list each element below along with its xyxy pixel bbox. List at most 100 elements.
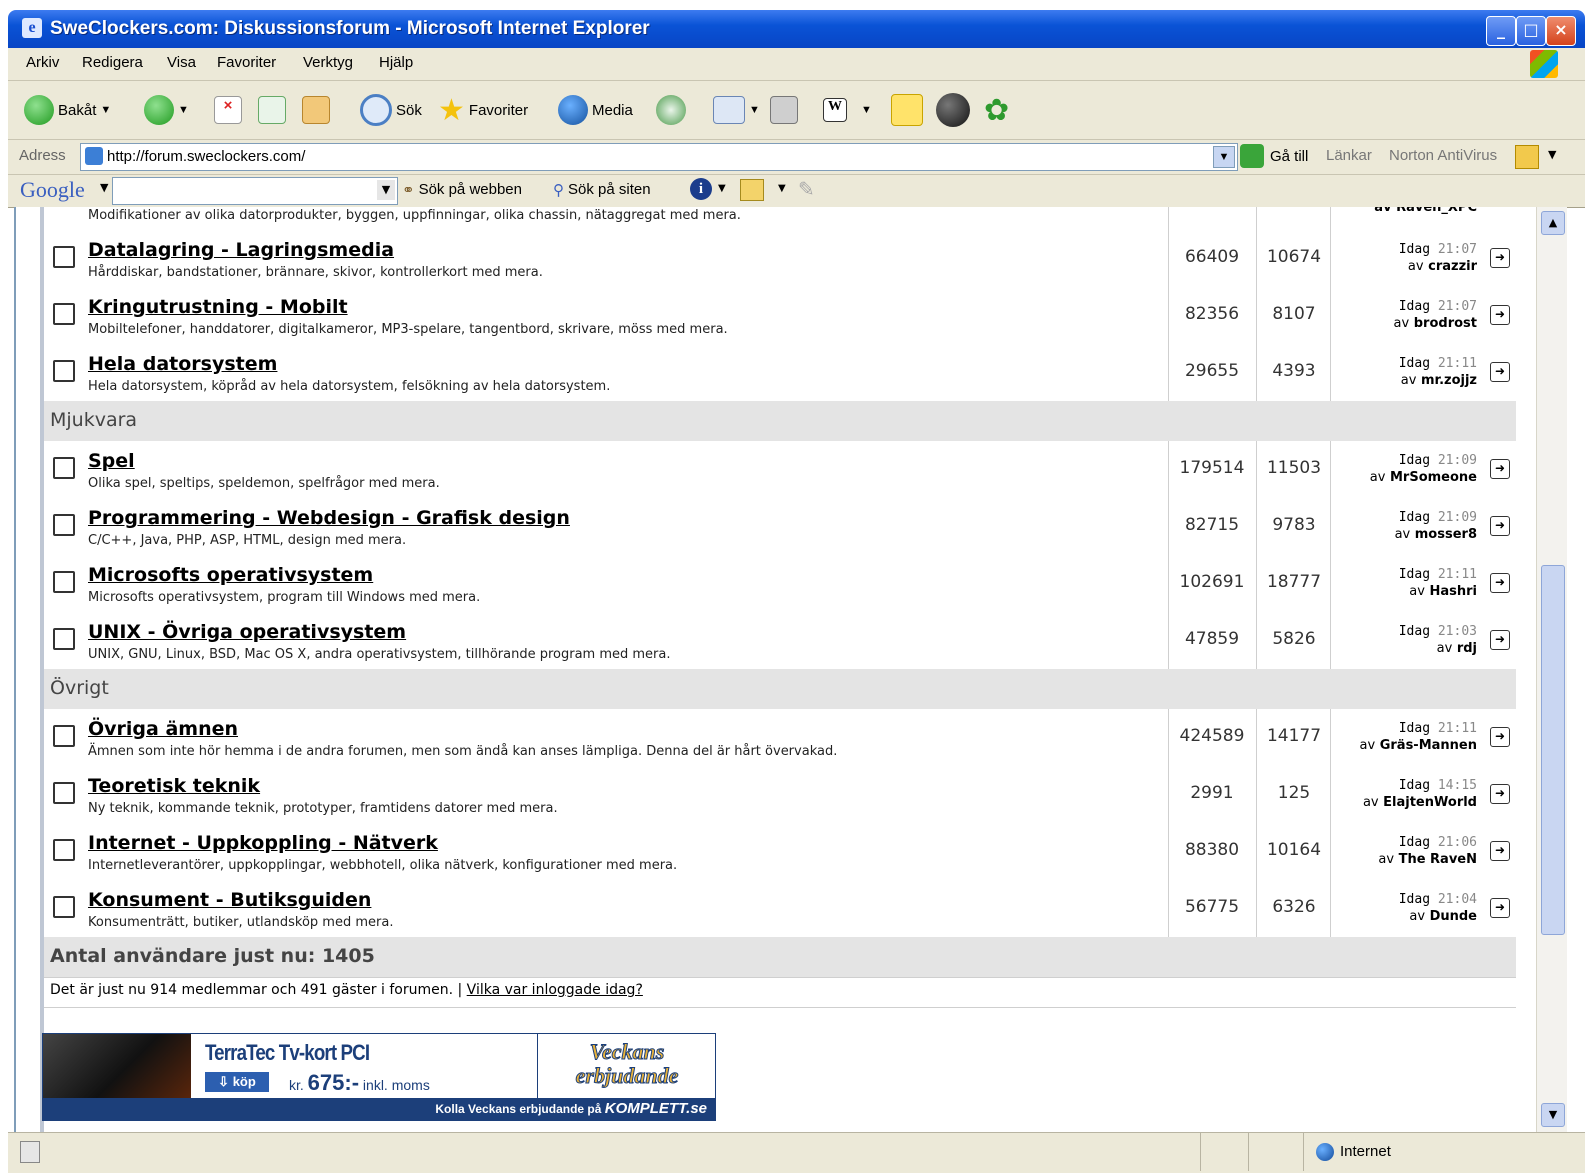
search-button[interactable]: Sök xyxy=(360,93,422,127)
last-post-author: av rdj xyxy=(1347,641,1477,656)
menu-verktyg[interactable]: Verktyg xyxy=(303,54,353,71)
komplett-ad-banner[interactable]: TerraTec Tv-kort PCI ⇩ köp kr. 675:- ink… xyxy=(42,1033,716,1121)
forum-title-link[interactable]: Teoretisk teknik xyxy=(88,775,260,797)
forum-title-link[interactable]: Internet - Uppkoppling - Nätverk xyxy=(88,832,438,854)
forum-description: Internetleverantörer, uppkopplingar, web… xyxy=(88,858,678,873)
go-to-last-post-icon[interactable]: ➜ xyxy=(1490,630,1510,650)
last-post-author-name[interactable]: rdj xyxy=(1457,641,1477,656)
menu-redigera[interactable]: Redigera xyxy=(82,54,143,71)
last-post-author-name[interactable]: MrSomeone xyxy=(1390,470,1477,485)
norton-icon[interactable] xyxy=(1515,145,1539,169)
print-button[interactable] xyxy=(770,93,798,127)
go-to-last-post-icon[interactable]: ➜ xyxy=(1490,516,1510,536)
menu-hjalp[interactable]: Hjälp xyxy=(379,54,413,71)
go-to-last-post-icon[interactable]: ➜ xyxy=(1490,305,1510,325)
favorites-button[interactable]: ★ Favoriter xyxy=(438,93,528,127)
go-to-last-post-icon[interactable]: ➜ xyxy=(1490,459,1510,479)
history-button[interactable] xyxy=(656,93,686,127)
last-post-time: Idag 21:07 xyxy=(1347,242,1477,257)
last-post-author-name[interactable]: crazzir xyxy=(1428,259,1477,274)
forum-title-link[interactable]: Övriga ämnen xyxy=(88,718,238,740)
flower-icon: ✿ xyxy=(984,93,1010,127)
links-label[interactable]: Länkar xyxy=(1326,147,1372,164)
go-to-last-post-icon[interactable]: ➜ xyxy=(1490,727,1510,747)
logged-in-today-link[interactable]: Vilka var inloggade idag? xyxy=(467,982,643,998)
maximize-button[interactable]: □ xyxy=(1516,16,1546,46)
dropdown-arrow-icon[interactable]: ▼ xyxy=(718,183,726,194)
home-button[interactable] xyxy=(302,93,330,127)
go-to-last-post-icon[interactable]: ➜ xyxy=(1490,573,1510,593)
menu-favoriter[interactable]: Favoriter xyxy=(217,54,276,71)
pencil-icon[interactable]: ✎ xyxy=(798,177,815,201)
refresh-icon xyxy=(258,96,286,124)
last-post-author-name[interactable]: mr.zojjz xyxy=(1421,373,1477,388)
last-post-author[interactable]: av Raven_XPC xyxy=(1347,207,1477,215)
info-icon[interactable]: i xyxy=(690,178,712,200)
menu-arkiv[interactable]: Arkiv xyxy=(26,54,59,71)
forum-title-link[interactable]: Konsument - Butiksguiden xyxy=(88,889,371,911)
ad-buy-button[interactable]: ⇩ köp xyxy=(205,1072,269,1092)
back-button[interactable]: Bakåt ▼ xyxy=(24,93,111,127)
last-post-author-name[interactable]: mosser8 xyxy=(1415,527,1477,542)
dropdown-arrow-icon[interactable]: ▼ xyxy=(178,104,189,116)
refresh-button[interactable] xyxy=(258,93,286,127)
forum-title-link[interactable]: Kringutrustning - Mobilt xyxy=(88,296,348,318)
dropdown-arrow-icon[interactable]: ▼ xyxy=(100,104,111,116)
last-post-author-name[interactable]: brodrost xyxy=(1414,316,1477,331)
google-logo[interactable]: Google xyxy=(20,177,85,203)
last-post-author-name[interactable]: ElajtenWorld xyxy=(1383,795,1477,810)
last-post-author-name[interactable]: Hashri xyxy=(1429,584,1477,599)
address-input[interactable]: http://forum.sweclockers.com/ ▼ xyxy=(80,143,1238,171)
go-button[interactable]: Gå till xyxy=(1240,144,1308,168)
ball-button[interactable] xyxy=(936,93,970,127)
scroll-thumb[interactable] xyxy=(1541,565,1565,935)
forum-title-link[interactable]: Datalagring - Lagringsmedia xyxy=(88,239,394,261)
go-to-last-post-icon[interactable]: ➜ xyxy=(1490,248,1510,268)
go-to-last-post-icon[interactable]: ➜ xyxy=(1490,784,1510,804)
go-to-last-post-icon[interactable]: ➜ xyxy=(1490,362,1510,382)
icq-button[interactable]: ✿ xyxy=(984,93,1009,127)
last-post-author-name[interactable]: The RaveN xyxy=(1399,852,1477,867)
vertical-scrollbar[interactable]: ▲ ▼ xyxy=(1536,207,1567,1132)
address-dropdown-icon[interactable]: ▼ xyxy=(1213,146,1235,168)
minimize-button[interactable]: _ xyxy=(1486,16,1516,46)
media-button[interactable]: Media xyxy=(558,93,633,127)
go-to-last-post-icon[interactable]: ➜ xyxy=(1490,898,1510,918)
forum-title-link[interactable]: Spel xyxy=(88,450,135,472)
cart-icon: ⇩ xyxy=(218,1074,230,1089)
google-search-input[interactable]: ▼ xyxy=(112,177,398,205)
last-post-day: Idag xyxy=(1398,778,1431,793)
forum-title-link[interactable]: UNIX - Övriga operativsystem xyxy=(88,621,406,643)
folder-icon[interactable] xyxy=(740,179,764,201)
dropdown-arrow-icon[interactable]: ▼ xyxy=(100,181,108,194)
last-post-author: av MrSomeone xyxy=(1347,470,1477,485)
dropdown-arrow-icon[interactable]: ▼ xyxy=(778,183,786,194)
post-count: 29655 xyxy=(1184,361,1240,381)
norton-label[interactable]: Norton AntiVirus xyxy=(1389,147,1497,164)
search-site-button[interactable]: ⚲ Sök på siten xyxy=(553,181,651,199)
forum-title-link[interactable]: Programmering - Webdesign - Grafisk desi… xyxy=(88,507,570,529)
mail-button[interactable]: ▼ xyxy=(713,93,760,127)
menu-visa[interactable]: Visa xyxy=(167,54,196,71)
last-post-author-name[interactable]: Dunde xyxy=(1430,909,1477,924)
close-button[interactable]: × xyxy=(1546,16,1576,46)
edit-button[interactable]: W ▼ xyxy=(823,93,872,127)
last-post-author-name[interactable]: Gräs-Mannen xyxy=(1380,738,1477,753)
binoculars-icon: ⚭ xyxy=(402,182,415,199)
scroll-down-icon[interactable]: ▼ xyxy=(1541,1103,1565,1127)
search-web-button[interactable]: ⚭ Sök på webben xyxy=(402,181,522,199)
chevron-down-icon[interactable]: ▼ xyxy=(1548,148,1556,161)
forward-button[interactable]: ▼ xyxy=(144,93,189,127)
scroll-up-icon[interactable]: ▲ xyxy=(1541,211,1565,235)
forum-description: UNIX, GNU, Linux, BSD, Mac OS X, andra o… xyxy=(88,647,671,662)
go-to-last-post-icon[interactable]: ➜ xyxy=(1490,841,1510,861)
dropdown-arrow-icon[interactable]: ▼ xyxy=(749,104,760,116)
last-post-author: av ElajtenWorld xyxy=(1347,795,1477,810)
forum-title-link[interactable]: Hela datorsystem xyxy=(88,353,277,375)
dropdown-arrow-icon[interactable]: ▼ xyxy=(861,104,872,116)
stop-button[interactable]: × xyxy=(214,93,242,127)
notes-button[interactable] xyxy=(891,93,923,127)
forum-title-link[interactable]: Microsofts operativsystem xyxy=(88,564,373,586)
search-dropdown-icon[interactable]: ▼ xyxy=(377,180,395,200)
last-post-clock: 21:09 xyxy=(1437,453,1477,468)
